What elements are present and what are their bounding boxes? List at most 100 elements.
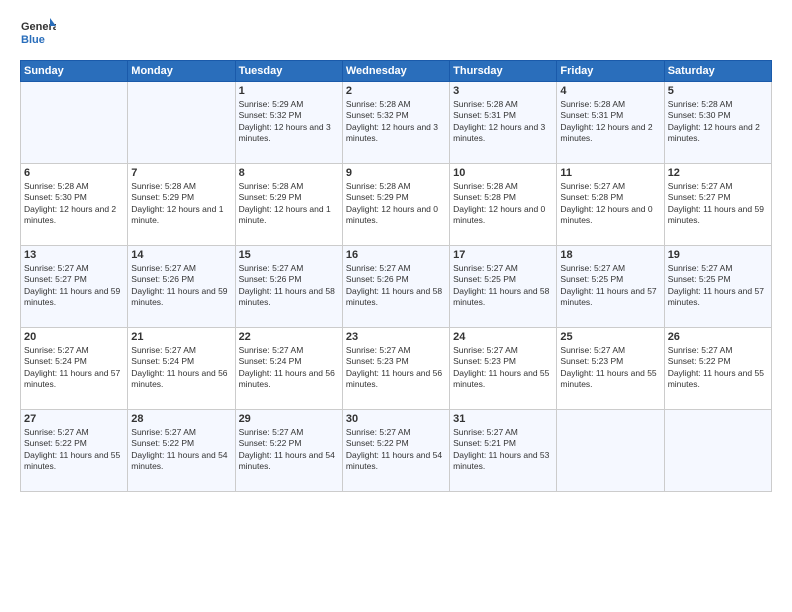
day-info: Sunrise: 5:27 AMSunset: 5:23 PMDaylight:… (346, 345, 446, 391)
day-number: 24 (453, 331, 553, 343)
day-cell: 18Sunrise: 5:27 AMSunset: 5:25 PMDayligh… (557, 246, 664, 328)
day-number: 28 (131, 413, 231, 425)
day-cell: 2Sunrise: 5:28 AMSunset: 5:32 PMDaylight… (342, 82, 449, 164)
day-cell: 10 Sunrise: 5:28 AMSunset: 5:28 PMDayligh… (450, 164, 557, 246)
col-header-thursday: Thursday (450, 61, 557, 82)
day-number: 30 (346, 413, 446, 425)
day-info: Sunrise: 5:28 AMSunset: 5:30 PMDaylight:… (668, 99, 768, 145)
day-number: 6 (24, 167, 124, 179)
day-info: Sunrise: 5:27 AMSunset: 5:24 PMDaylight:… (131, 345, 231, 391)
day-info: Sunrise: 5:27 AMSunset: 5:27 PMDaylight:… (24, 263, 124, 309)
week-row-4: 20 Sunrise: 5:27 AMSunset: 5:24 PMDayligh… (21, 328, 772, 410)
day-number: 18 (560, 249, 660, 261)
day-number: 23 (346, 331, 446, 343)
logo: General Blue (20, 16, 60, 52)
day-cell: 30 Sunrise: 5:27 AMSunset: 5:22 PMDayligh… (342, 410, 449, 492)
day-info: Sunrise: 5:27 AMSunset: 5:23 PMDaylight:… (453, 345, 553, 391)
col-header-saturday: Saturday (664, 61, 771, 82)
day-number: 29 (239, 413, 339, 425)
week-row-2: 6 Sunrise: 5:28 AMSunset: 5:30 PMDaylight… (21, 164, 772, 246)
day-cell (21, 82, 128, 164)
calendar-table: SundayMondayTuesdayWednesdayThursdayFrid… (20, 60, 772, 492)
day-info: Sunrise: 5:27 AMSunset: 5:22 PMDaylight:… (131, 427, 231, 473)
day-number: 27 (24, 413, 124, 425)
day-number: 2 (346, 85, 446, 97)
logo-svg: General Blue (20, 16, 56, 52)
day-info: Sunrise: 5:27 AMSunset: 5:27 PMDaylight:… (668, 181, 768, 227)
day-cell: 9 Sunrise: 5:28 AMSunset: 5:29 PMDaylight… (342, 164, 449, 246)
day-number: 21 (131, 331, 231, 343)
day-cell: 8Sunrise: 5:28 AMSunset: 5:29 PMDaylight… (235, 164, 342, 246)
day-cell: 16Sunrise: 5:27 AMSunset: 5:26 PMDayligh… (342, 246, 449, 328)
day-cell: 29 Sunrise: 5:27 AMSunset: 5:22 PMDayligh… (235, 410, 342, 492)
day-number: 15 (239, 249, 339, 261)
day-number: 26 (668, 331, 768, 343)
day-info: Sunrise: 5:28 AMSunset: 5:29 PMDaylight:… (346, 181, 446, 227)
day-cell: 13 Sunrise: 5:27 AMSunset: 5:27 PMDayligh… (21, 246, 128, 328)
day-info: Sunrise: 5:27 AMSunset: 5:23 PMDaylight:… (560, 345, 660, 391)
day-info: Sunrise: 5:27 AMSunset: 5:22 PMDaylight:… (346, 427, 446, 473)
day-number: 3 (453, 85, 553, 97)
day-number: 9 (346, 167, 446, 179)
day-info: Sunrise: 5:27 AMSunset: 5:25 PMDaylight:… (453, 263, 553, 309)
day-number: 5 (668, 85, 768, 97)
day-info: Sunrise: 5:27 AMSunset: 5:22 PMDaylight:… (24, 427, 124, 473)
day-number: 10 (453, 167, 553, 179)
col-header-wednesday: Wednesday (342, 61, 449, 82)
day-cell: 23 Sunrise: 5:27 AMSunset: 5:23 PMDayligh… (342, 328, 449, 410)
day-info: Sunrise: 5:27 AMSunset: 5:25 PMDaylight:… (668, 263, 768, 309)
day-cell: 6 Sunrise: 5:28 AMSunset: 5:30 PMDaylight… (21, 164, 128, 246)
day-number: 7 (131, 167, 231, 179)
day-cell: 21 Sunrise: 5:27 AMSunset: 5:24 PMDayligh… (128, 328, 235, 410)
day-number: 14 (131, 249, 231, 261)
day-cell: 11 Sunrise: 5:27 AMSunset: 5:28 PMDayligh… (557, 164, 664, 246)
day-cell: 31 Sunrise: 5:27 AMSunset: 5:21 PMDayligh… (450, 410, 557, 492)
day-number: 20 (24, 331, 124, 343)
day-cell: 22 Sunrise: 5:27 AMSunset: 5:24 PMDayligh… (235, 328, 342, 410)
day-number: 22 (239, 331, 339, 343)
week-row-5: 27 Sunrise: 5:27 AMSunset: 5:22 PMDayligh… (21, 410, 772, 492)
day-info: Sunrise: 5:27 AMSunset: 5:24 PMDaylight:… (24, 345, 124, 391)
day-number: 13 (24, 249, 124, 261)
day-cell: 4 Sunrise: 5:28 AMSunset: 5:31 PMDaylight… (557, 82, 664, 164)
day-cell: 12 Sunrise: 5:27 AMSunset: 5:27 PMDayligh… (664, 164, 771, 246)
day-cell: 1 Sunrise: 5:29 AMSunset: 5:32 PMDaylight… (235, 82, 342, 164)
day-number: 11 (560, 167, 660, 179)
day-info: Sunrise: 5:27 AMSunset: 5:26 PMDaylight:… (131, 263, 231, 309)
day-info: Sunrise: 5:29 AMSunset: 5:32 PMDaylight:… (239, 99, 339, 145)
day-cell: 26 Sunrise: 5:27 AMSunset: 5:22 PMDayligh… (664, 328, 771, 410)
col-header-friday: Friday (557, 61, 664, 82)
day-info: Sunrise: 5:28 AMSunset: 5:31 PMDaylight:… (560, 99, 660, 145)
day-info: Sunrise: 5:28 AMSunset: 5:28 PMDaylight:… (453, 181, 553, 227)
day-cell (128, 82, 235, 164)
day-number: 31 (453, 413, 553, 425)
day-cell: 20 Sunrise: 5:27 AMSunset: 5:24 PMDayligh… (21, 328, 128, 410)
day-info: Sunrise: 5:27 AMSunset: 5:28 PMDaylight:… (560, 181, 660, 227)
day-number: 16 (346, 249, 446, 261)
col-header-sunday: Sunday (21, 61, 128, 82)
col-header-monday: Monday (128, 61, 235, 82)
day-cell: 15Sunrise: 5:27 AMSunset: 5:26 PMDayligh… (235, 246, 342, 328)
day-number: 25 (560, 331, 660, 343)
day-info: Sunrise: 5:28 AMSunset: 5:29 PMDaylight:… (131, 181, 231, 227)
day-cell: 3Sunrise: 5:28 AMSunset: 5:31 PMDaylight… (450, 82, 557, 164)
day-cell (664, 410, 771, 492)
day-info: Sunrise: 5:27 AMSunset: 5:22 PMDaylight:… (239, 427, 339, 473)
day-number: 4 (560, 85, 660, 97)
day-info: Sunrise: 5:27 AMSunset: 5:24 PMDaylight:… (239, 345, 339, 391)
day-number: 19 (668, 249, 768, 261)
col-header-tuesday: Tuesday (235, 61, 342, 82)
day-info: Sunrise: 5:27 AMSunset: 5:22 PMDaylight:… (668, 345, 768, 391)
day-number: 12 (668, 167, 768, 179)
day-cell (557, 410, 664, 492)
day-number: 8 (239, 167, 339, 179)
header-row: SundayMondayTuesdayWednesdayThursdayFrid… (21, 61, 772, 82)
day-info: Sunrise: 5:28 AMSunset: 5:30 PMDaylight:… (24, 181, 124, 227)
day-number: 17 (453, 249, 553, 261)
day-info: Sunrise: 5:27 AMSunset: 5:21 PMDaylight:… (453, 427, 553, 473)
day-cell: 27 Sunrise: 5:27 AMSunset: 5:22 PMDayligh… (21, 410, 128, 492)
day-cell: 24 Sunrise: 5:27 AMSunset: 5:23 PMDayligh… (450, 328, 557, 410)
day-cell: 17 Sunrise: 5:27 AMSunset: 5:25 PMDayligh… (450, 246, 557, 328)
day-number: 1 (239, 85, 339, 97)
day-cell: 14 Sunrise: 5:27 AMSunset: 5:26 PMDayligh… (128, 246, 235, 328)
